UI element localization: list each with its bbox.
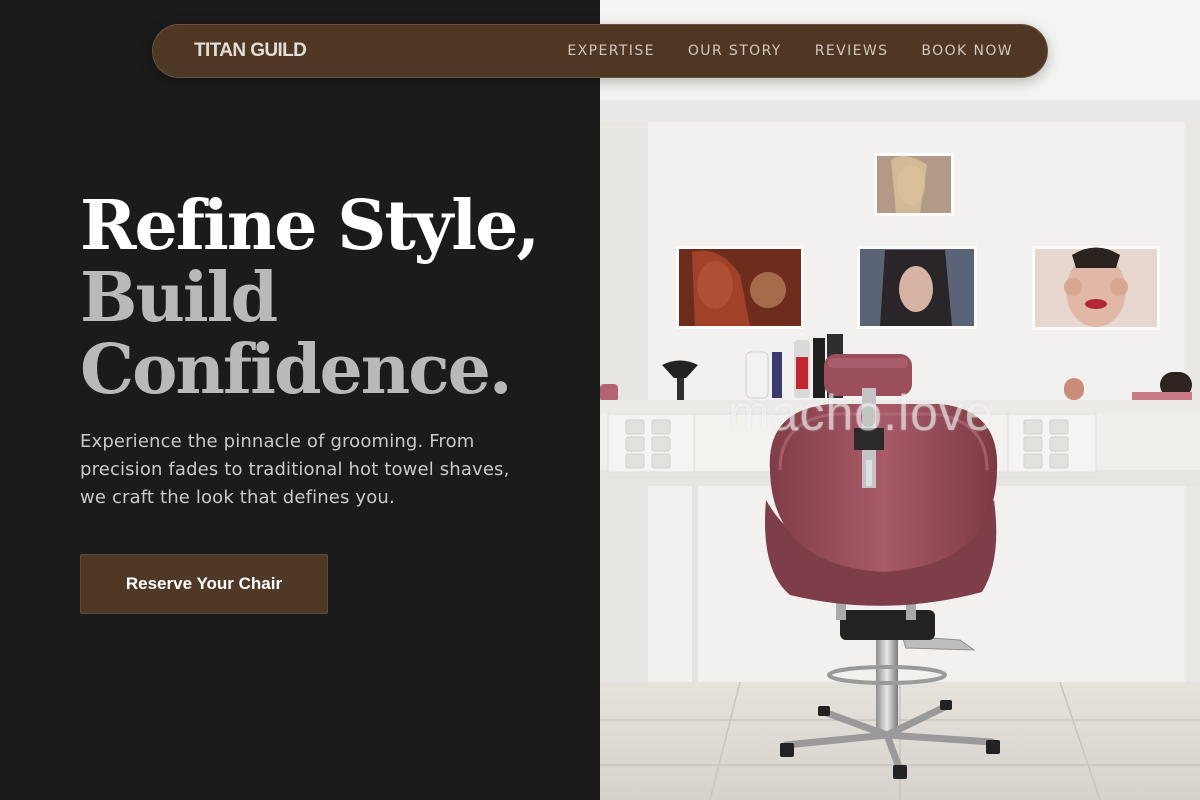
nav-links: EXPERTISE OUR STORY REVIEWS BOOK NOW bbox=[567, 43, 1013, 59]
wall-photo-left bbox=[676, 246, 804, 329]
reserve-chair-button[interactable]: Reserve Your Chair bbox=[80, 554, 328, 614]
nav-link-our-story[interactable]: OUR STORY bbox=[688, 43, 782, 59]
image-watermark: macho.love bbox=[728, 385, 994, 441]
nav-link-expertise[interactable]: EXPERTISE bbox=[567, 43, 654, 59]
hero-section: Refine Style, Build Confidence. Experien… bbox=[80, 190, 560, 614]
wall-photo-top bbox=[874, 153, 954, 216]
wall-photo-center bbox=[857, 246, 977, 329]
hero-headline: Refine Style, Build Confidence. bbox=[80, 190, 560, 406]
hero-subtext: Experience the pinnacle of grooming. Fro… bbox=[80, 431, 510, 508]
salon-photo: macho.love bbox=[600, 0, 1200, 800]
nav-link-reviews[interactable]: REVIEWS bbox=[815, 43, 889, 59]
headline-line-1: Refine Style, bbox=[80, 186, 540, 266]
headline-line-3: Confidence. bbox=[80, 330, 513, 410]
top-navbar: TITAN GUILD EXPERTISE OUR STORY REVIEWS … bbox=[152, 24, 1048, 78]
nav-link-book-now[interactable]: BOOK NOW bbox=[921, 43, 1013, 59]
brand-logo[interactable]: TITAN GUILD bbox=[194, 40, 307, 62]
headline-line-2: Build bbox=[80, 258, 278, 338]
wall-photo-right bbox=[1032, 246, 1160, 330]
